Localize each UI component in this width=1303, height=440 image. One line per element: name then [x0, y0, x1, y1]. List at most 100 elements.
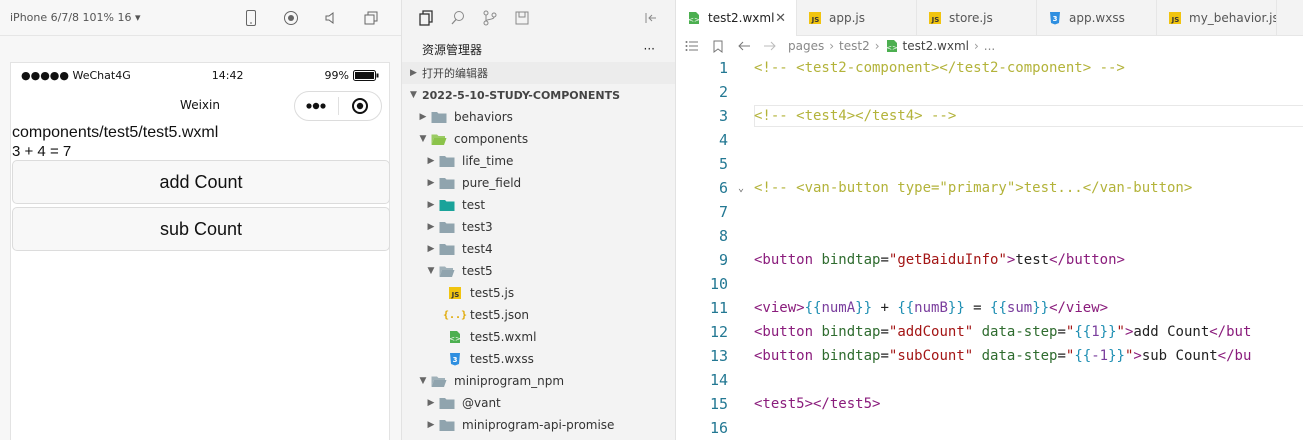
extensions-icon[interactable]: [506, 0, 538, 36]
bookmark-icon[interactable]: [708, 40, 728, 53]
line-number: 13: [709, 347, 728, 365]
code-token: test: [1015, 252, 1050, 268]
tree-item[interactable]: ▶ miniprogram-api-promise: [402, 414, 675, 436]
breadcrumb-path: pages › test2 › <> test2.wxml ›...: [788, 39, 995, 53]
detach-window-icon[interactable]: [351, 0, 391, 36]
code-token: add Count: [1133, 324, 1210, 340]
chevron-right-icon: ▶: [427, 244, 435, 254]
tab-app-wxss[interactable]: 3 app.wxss: [1037, 0, 1157, 36]
code-area[interactable]: 1 <!-- <test2-component></test2-component…: [676, 56, 1303, 440]
svg-text:JS: JS: [1171, 16, 1180, 24]
close-icon[interactable]: ✕: [775, 11, 786, 26]
tab-test2-wxml[interactable]: <> test2.wxml ✕: [676, 0, 797, 36]
js-file-icon: JS: [927, 10, 943, 26]
tree-item-label: pure_field: [462, 176, 522, 190]
tree-item-label: test5: [462, 264, 493, 278]
code-token: <button: [754, 252, 822, 268]
open-editors-label: 打开的编辑器: [422, 67, 488, 80]
tree-item[interactable]: ▼ test5: [402, 260, 675, 282]
forward-arrow-icon[interactable]: [760, 40, 780, 52]
battery-icon: [353, 69, 379, 81]
code-token: </button>: [1049, 252, 1125, 268]
breadcrumb-item[interactable]: test2.wxml: [903, 39, 969, 53]
breadcrumb-item[interactable]: test2: [839, 39, 870, 53]
code-token: +: [872, 300, 898, 316]
battery-percent: 99%: [324, 68, 349, 82]
tree-item[interactable]: ▼ components: [402, 128, 675, 150]
code-token: bindtap: [821, 252, 881, 268]
tree-item[interactable]: ▶ @vant: [402, 392, 675, 414]
breadcrumb-item[interactable]: ...: [984, 39, 995, 53]
chevron-down-icon: ▼: [410, 90, 417, 100]
chevron-right-icon: ▶: [427, 222, 435, 232]
sub-count-button[interactable]: sub Count: [12, 207, 390, 251]
device-selector[interactable]: iPhone 6/7/8 101% 16 ▾: [10, 11, 231, 24]
tab-app-js[interactable]: JS app.js: [797, 0, 917, 36]
tree-item[interactable]: JS test5.js: [402, 282, 675, 304]
tree-item[interactable]: ▼ miniprogram_npm: [402, 370, 675, 392]
add-count-button[interactable]: add Count: [12, 160, 390, 204]
folder-icon: [430, 110, 448, 124]
json-file-icon: {..}: [442, 309, 468, 321]
tab-store-js[interactable]: JS store.js: [917, 0, 1037, 36]
code-token: <!-- <van-button type="primary">test...<…: [754, 180, 1193, 196]
code-line: 15 <test5></test5>: [676, 392, 1303, 416]
open-editors-section[interactable]: ▶ 打开的编辑器: [402, 62, 675, 84]
tree-item-label: test3: [462, 220, 493, 234]
tree-item[interactable]: 3 test5.wxss: [402, 348, 675, 370]
search-icon[interactable]: [442, 0, 474, 36]
js-file-icon: JS: [446, 286, 464, 300]
chevron-right-icon: ▶: [427, 156, 435, 166]
breadcrumb-separator: ›: [829, 39, 835, 53]
collapse-sidebar-icon[interactable]: [635, 0, 667, 36]
svg-text:JS: JS: [811, 16, 820, 24]
tree-item[interactable]: ▶ test4: [402, 238, 675, 260]
tree-item[interactable]: ▶ behaviors: [402, 106, 675, 128]
tree-item[interactable]: ▶ life_time: [402, 150, 675, 172]
files-icon[interactable]: [410, 0, 442, 36]
code-token: </bu: [1217, 348, 1252, 364]
tab-my-behavior-js[interactable]: JS my_behavior.js: [1157, 0, 1277, 36]
back-arrow-icon[interactable]: [734, 40, 754, 52]
record-icon[interactable]: [271, 0, 311, 36]
js-file-icon: JS: [1167, 10, 1183, 26]
tab-label: app.js: [829, 11, 865, 25]
breadcrumb-separator: ›: [973, 39, 979, 53]
explorer-header: 资源管理器 ···: [402, 36, 675, 62]
breadcrumb-item[interactable]: pages: [788, 39, 824, 53]
code-token: "getBaiduInfo": [888, 252, 1007, 268]
close-capsule-icon[interactable]: [339, 92, 382, 120]
more-actions-icon[interactable]: ···: [644, 42, 655, 56]
tree-item[interactable]: ▶ test3: [402, 216, 675, 238]
code-token: sub Count: [1141, 348, 1218, 364]
js-file-icon: JS: [807, 10, 823, 26]
project-section[interactable]: ▼ 2022-5-10-STUDY-COMPONENTS: [402, 84, 675, 106]
fold-chevron-icon[interactable]: ⌄: [728, 183, 754, 194]
project-label: 2022-5-10-STUDY-COMPONENTS: [422, 88, 621, 102]
code-token: "addCount": [888, 324, 974, 340]
code-text: <!-- <van-button type="primary">test...<…: [754, 180, 1192, 196]
code-token: <!-- <test2-component></test2-component>…: [754, 60, 1125, 76]
code-token: >: [1133, 348, 1142, 364]
phone-screen: ●●●●● WeChat4G 14:42 99% Weixin componen…: [10, 62, 390, 440]
phone-icon[interactable]: [231, 0, 271, 36]
tree-item[interactable]: <> test5.wxml: [402, 326, 675, 348]
tree-item-label: components: [454, 132, 529, 146]
folder-icon: [430, 132, 448, 146]
tree-item[interactable]: ▶ pure_field: [402, 172, 675, 194]
line-number: 3: [718, 107, 728, 125]
breadcrumb-separator: ›: [874, 39, 880, 53]
simulator-toolbar: iPhone 6/7/8 101% 16 ▾: [0, 0, 401, 36]
code-line: 9 <button bindtap="getBaiduInfo">test</bu…: [676, 248, 1303, 272]
status-time: 14:42: [211, 68, 244, 82]
tree-item[interactable]: {..} test5.json: [402, 304, 675, 326]
svg-text:3: 3: [1053, 15, 1058, 23]
tree-item[interactable]: ▶ test: [402, 194, 675, 216]
more-dots-icon[interactable]: [295, 92, 338, 120]
wxml-file-icon: <>: [885, 39, 899, 53]
list-icon[interactable]: [682, 40, 702, 52]
volume-icon[interactable]: [311, 0, 351, 36]
source-control-icon[interactable]: [474, 0, 506, 36]
code-token: }}: [855, 300, 873, 316]
